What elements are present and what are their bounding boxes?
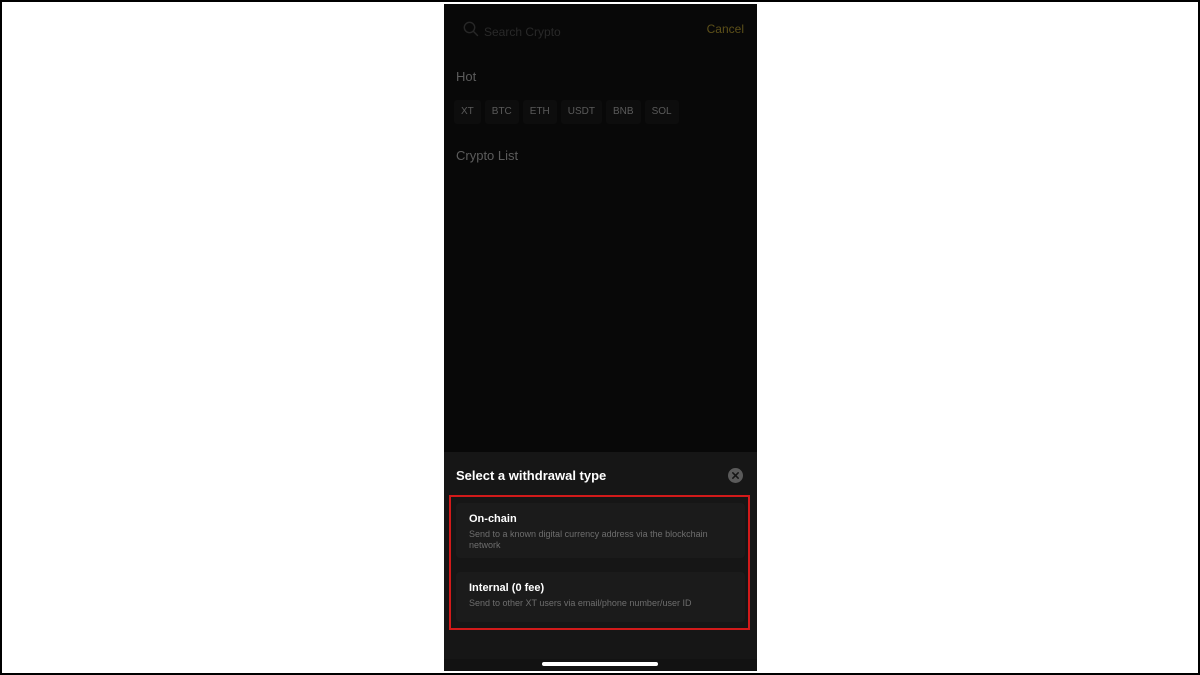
option-title: On-chain [469, 513, 517, 525]
on-chain-option[interactable]: On-chain Send to a known digital currenc… [456, 503, 745, 558]
option-title: Internal (0 fee) [469, 582, 545, 594]
internal-option[interactable]: Internal (0 fee) Send to other XT users … [456, 572, 745, 622]
option-description: Send to a known digital currency address… [469, 529, 708, 550]
option-description: Send to other XT users via email/phone n… [469, 598, 692, 608]
home-indicator[interactable] [542, 662, 658, 666]
close-icon[interactable] [728, 468, 743, 483]
sheet-title: Select a withdrawal type [456, 468, 607, 483]
phone-screen: Cancel Hot XT BTC ETH USDT BNB SOL Crypt… [444, 4, 757, 671]
withdrawal-type-sheet: Select a withdrawal type On-chain Send t… [444, 452, 757, 671]
